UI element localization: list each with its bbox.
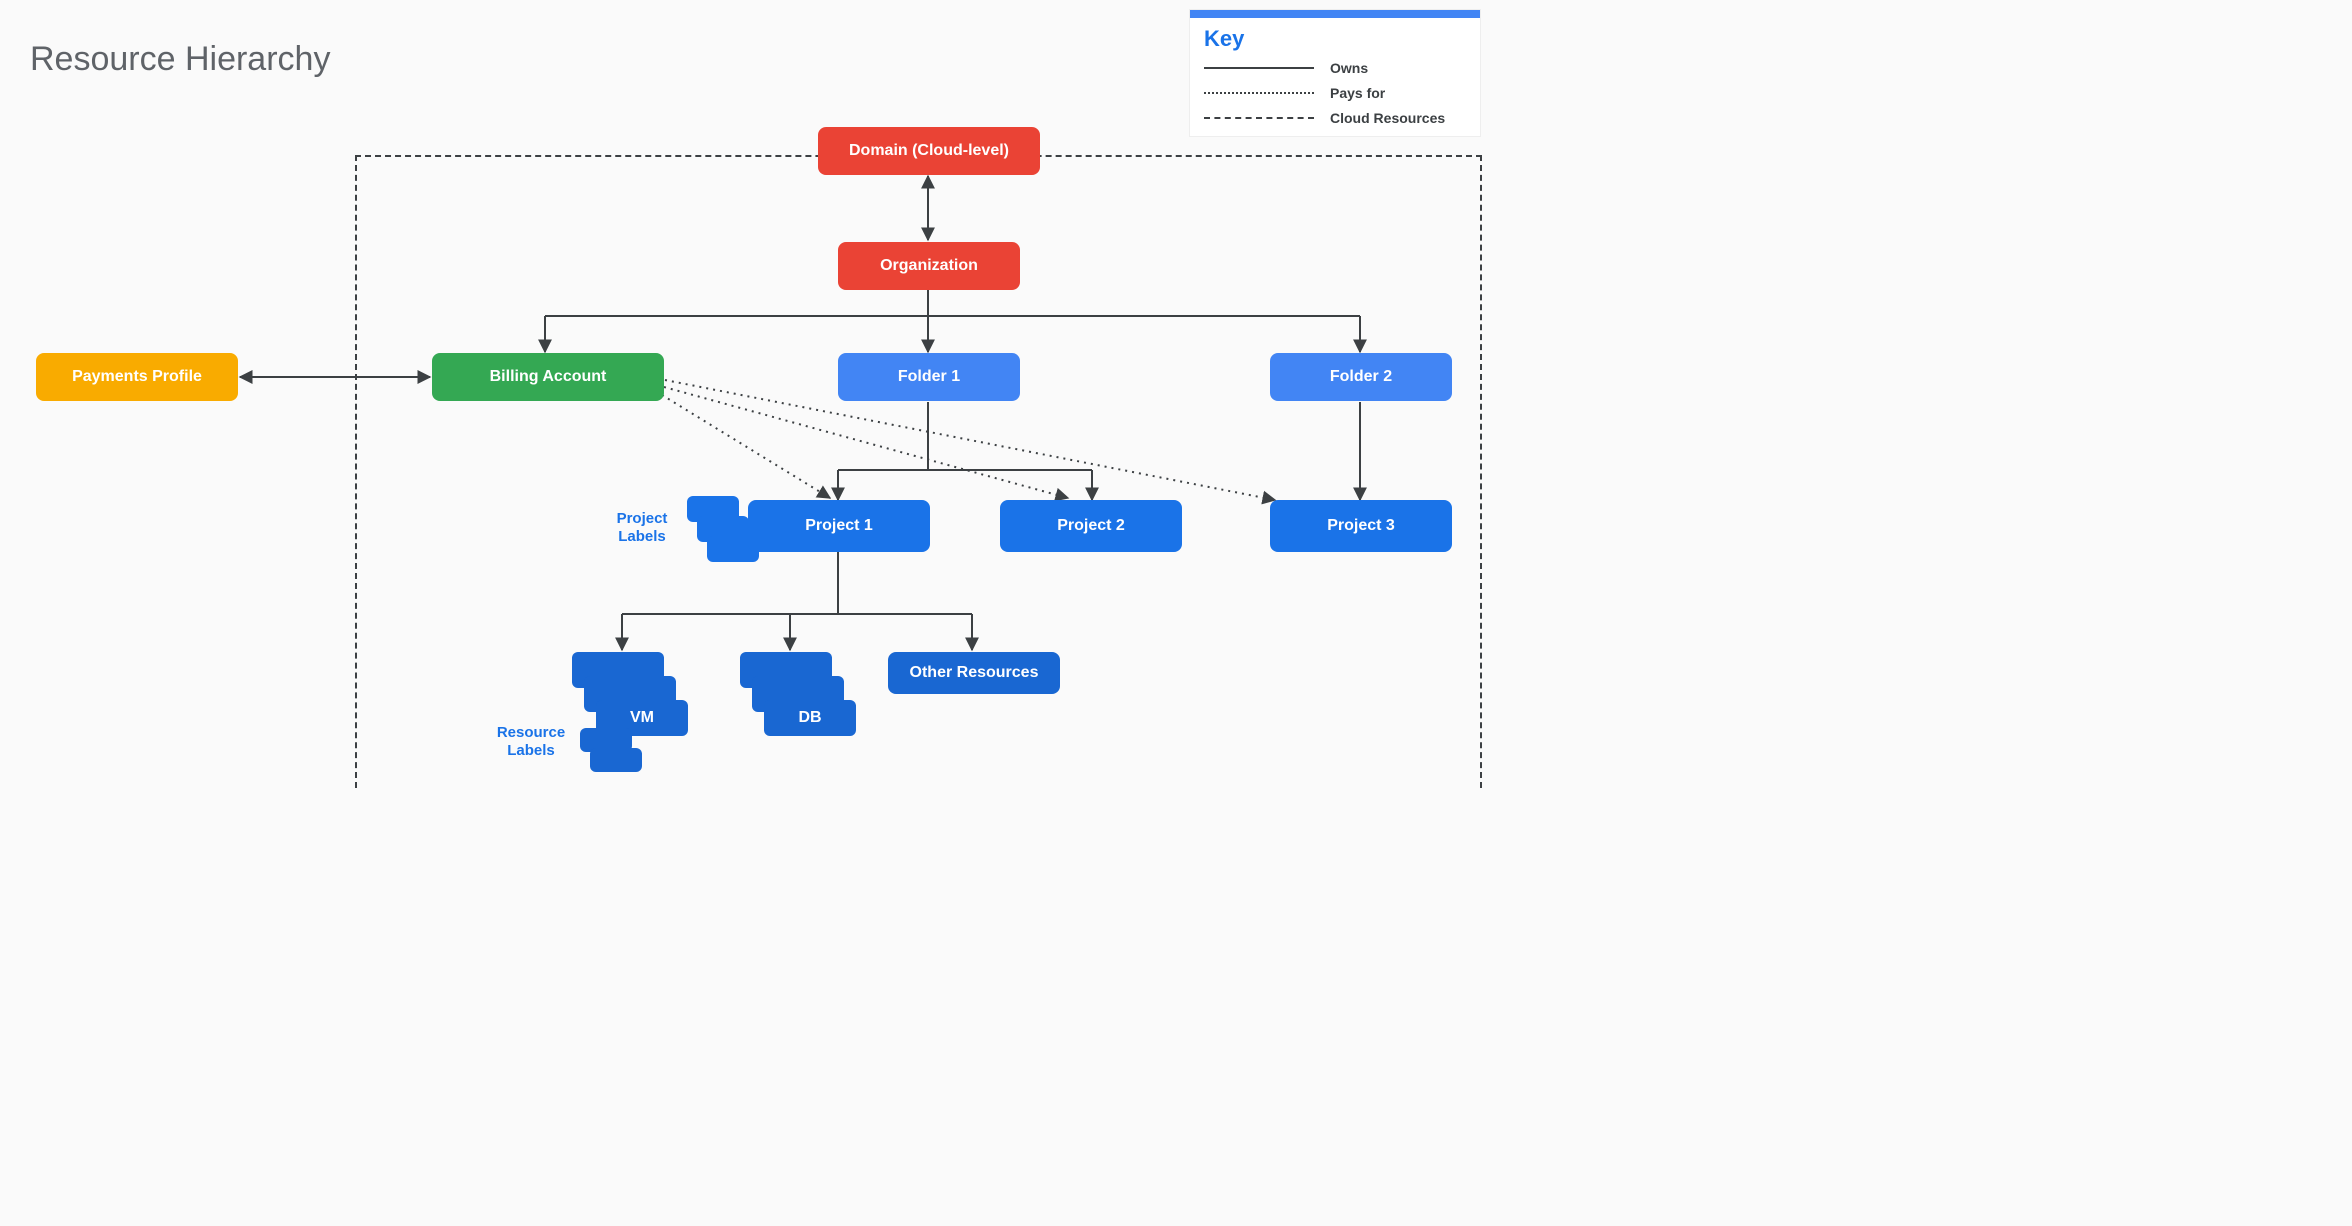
legend-label: Pays for	[1330, 85, 1385, 102]
legend-label: Cloud Resources	[1330, 110, 1445, 127]
legend: Key Owns Pays for Cloud Resources	[1190, 10, 1480, 136]
node-other-resources: Other Resources	[888, 652, 1060, 694]
solid-line-icon	[1204, 67, 1314, 69]
legend-title: Key	[1190, 18, 1480, 56]
node-project-1: Project 1	[748, 500, 930, 552]
legend-row-pays-for: Pays for	[1190, 81, 1480, 106]
node-project-3: Project 3	[1270, 500, 1452, 552]
node-folder-2: Folder 2	[1270, 353, 1452, 401]
resource-label-chip	[590, 748, 642, 772]
page-title: Resource Hierarchy	[30, 40, 330, 79]
node-payments-profile: Payments Profile	[36, 353, 238, 401]
legend-row-cloud-resources: Cloud Resources	[1190, 106, 1480, 137]
node-domain: Domain (Cloud-level)	[818, 127, 1040, 175]
dotted-line-icon	[1204, 92, 1314, 94]
legend-label: Owns	[1330, 60, 1368, 77]
node-db: DB	[764, 700, 856, 736]
project-labels-text: ProjectLabels	[602, 510, 682, 546]
node-folder-1: Folder 1	[838, 353, 1020, 401]
diagram-canvas: Resource Hierarchy Key Owns Pays for Clo…	[0, 0, 1512, 788]
node-billing-account: Billing Account	[432, 353, 664, 401]
resource-labels-text: ResourceLabels	[486, 724, 576, 760]
legend-row-owns: Owns	[1190, 56, 1480, 81]
node-project-2: Project 2	[1000, 500, 1182, 552]
node-organization: Organization	[838, 242, 1020, 290]
dashed-line-icon	[1204, 117, 1314, 119]
